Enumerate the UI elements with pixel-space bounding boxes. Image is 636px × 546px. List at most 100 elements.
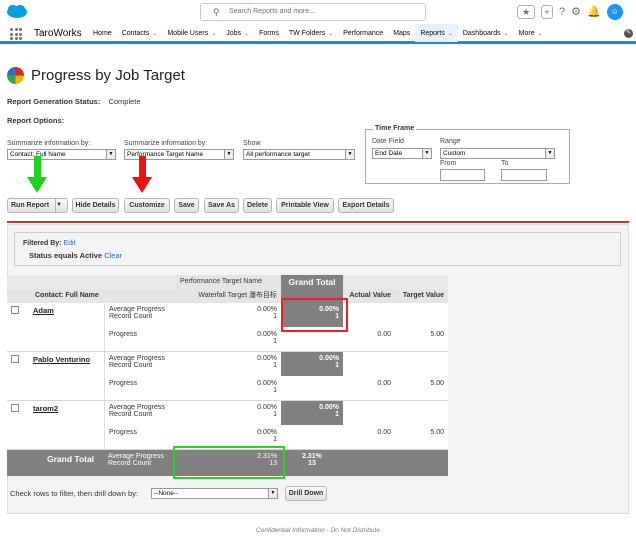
chevron-down-icon: ▼ <box>106 150 115 159</box>
chevron-down-icon[interactable]: ⌄ <box>244 31 249 37</box>
edit-nav-pencil-icon[interactable]: ✎ <box>624 29 633 38</box>
target-avg-progress: 0.00% <box>257 306 277 313</box>
summarize-by-1-label: Summarize information by: <box>7 140 91 147</box>
app-name: TaroWorks <box>34 28 82 39</box>
summarize-by-1-select[interactable]: Contact: Full Name ▼ <box>7 149 116 160</box>
date-field-select[interactable]: End Date ▼ <box>372 148 432 159</box>
range-select[interactable]: Custom ▼ <box>440 148 555 159</box>
grand-grand-pct: 2.31% <box>302 453 322 460</box>
range-value: Custom <box>443 150 466 157</box>
global-search-input[interactable]: ⚲ Search Reports and more... <box>200 3 426 21</box>
row-checkbox[interactable] <box>11 306 19 314</box>
nav-tab-home[interactable]: Home <box>88 24 117 44</box>
nav-tab-label: Home <box>93 30 112 37</box>
nav-tab-contacts[interactable]: Contacts ⌄ <box>117 24 163 44</box>
chevron-down-icon: ▼ <box>422 149 431 158</box>
record-count-label: Record Count <box>109 313 153 320</box>
grand-avg-progress: 0.00% <box>319 404 339 411</box>
actual-value: 0.00 <box>343 425 395 450</box>
grand-fill-right <box>343 450 448 476</box>
nav-tab-more[interactable]: More ⌄ <box>514 24 548 44</box>
customize-button[interactable]: Customize <box>124 198 170 213</box>
app-navigation-bar: TaroWorks Home Contacts ⌄ Mobile Users ⌄ Jobs… <box>0 24 636 44</box>
detail-count: 1 <box>273 387 277 394</box>
summary-header <box>104 289 176 303</box>
nav-tab-label: Forms <box>259 30 279 37</box>
global-header: ⚲ Search Reports and more... ★ + ? ⚙ 🔔 ☺ <box>0 0 636 24</box>
grand-grand-count: 13 <box>308 460 316 467</box>
filtered-by-label: Filtered By: <box>23 240 62 247</box>
chevron-down-icon[interactable]: ⌄ <box>448 31 453 37</box>
grand-total-header: Grand Total <box>281 275 343 289</box>
chevron-down-icon[interactable]: ⌄ <box>211 31 216 37</box>
chevron-down-icon[interactable]: ⌄ <box>504 31 509 37</box>
matrix-corner <box>7 275 176 289</box>
nav-tab-jobs[interactable]: Jobs ⌄ <box>221 24 254 44</box>
add-icon[interactable]: + <box>541 5 553 19</box>
nav-tab-reports[interactable]: Reports ⌄ <box>415 24 458 44</box>
nav-tab-label: Reports <box>420 30 445 37</box>
grand-record-count: 1 <box>335 411 339 418</box>
nav-tab-dashboards[interactable]: Dashboards ⌄ <box>458 24 514 44</box>
filtered-by-line: Filtered By: Edit <box>23 240 76 247</box>
detail-label: Progress <box>104 425 176 450</box>
target-avg-progress: 0.00% <box>257 355 277 362</box>
contact-name-link[interactable]: Adam <box>33 306 54 315</box>
salesforce-cloud-logo[interactable] <box>6 4 28 19</box>
to-date-input[interactable] <box>501 169 547 181</box>
app-launcher-icon[interactable] <box>10 28 22 40</box>
delete-button[interactable]: Delete <box>243 198 272 213</box>
hide-details-button[interactable]: Hide Details <box>72 198 119 213</box>
save-button[interactable]: Save <box>174 198 199 213</box>
grand-record-count: 1 <box>335 362 339 369</box>
filter-condition-line: Status equals Active Clear <box>29 251 122 260</box>
confidentiality-footer: Confidential Information - Do Not Distri… <box>256 527 380 534</box>
filter-summary: Filtered By: Edit Status equals Active C… <box>14 232 621 266</box>
summary-labels: Average Progress Record Count <box>104 352 176 376</box>
target-summary-values: 0.00% 1 <box>176 401 281 425</box>
status-value: Complete <box>108 97 141 106</box>
export-details-button[interactable]: Export Details <box>338 198 394 213</box>
edit-filter-link[interactable]: Edit <box>63 240 75 247</box>
grand-summary-values: 0.00% 1 <box>281 401 343 425</box>
row-checkbox[interactable] <box>11 355 19 363</box>
nav-tab-label: Jobs <box>226 30 242 37</box>
nav-tab-label: Performance <box>343 30 384 37</box>
chevron-down-icon[interactable]: ⌄ <box>538 31 543 37</box>
grand-avg-label: Average Progress <box>108 453 164 460</box>
nav-tab-forms[interactable]: Forms <box>254 24 284 44</box>
report-generation-status: Report Generation Status: Complete <box>7 97 141 106</box>
target-avg-progress: 0.00% <box>257 404 277 411</box>
row-checkbox[interactable] <box>11 404 19 412</box>
user-avatar[interactable]: ☺ <box>606 4 623 20</box>
nav-tab-maps[interactable]: Maps <box>388 24 415 44</box>
green-highlight-annotation <box>173 446 285 479</box>
contact-name-link[interactable]: Pablo Venturino <box>33 355 90 364</box>
chevron-down-icon[interactable]: ⌄ <box>328 31 333 37</box>
chevron-down-icon: ▼ <box>345 150 354 159</box>
from-date-input[interactable] <box>440 169 485 181</box>
header-fill-right <box>343 275 448 289</box>
clear-filter-link[interactable]: Clear <box>104 251 122 260</box>
nav-tab-performance[interactable]: Performance <box>338 24 388 44</box>
nav-tabs: Home Contacts ⌄ Mobile Users ⌄ Jobs ⌄ Forms TW F… <box>88 24 548 44</box>
status-label: Report Generation Status: <box>7 97 101 106</box>
save-as-button[interactable]: Save As <box>204 198 239 213</box>
help-icon[interactable]: ? <box>559 5 565 19</box>
run-report-menu-chevron-icon[interactable]: ▼ <box>55 199 67 212</box>
nav-tab-mobile-users[interactable]: Mobile Users ⌄ <box>162 24 221 44</box>
drill-down-button[interactable]: Drill Down <box>285 486 327 501</box>
contact-name-link[interactable]: tarom2 <box>33 404 58 413</box>
target-summary-values: 0.00% 1 <box>176 303 281 327</box>
favorites-star-icon[interactable]: ★ <box>517 5 535 19</box>
show-select[interactable]: All performance target ▼ <box>243 149 355 160</box>
drill-down-instructions: Check rows to filter, then drill down by… <box>10 489 138 498</box>
printable-view-button[interactable]: Printable View <box>276 198 334 213</box>
setup-gear-icon[interactable]: ⚙ <box>571 5 581 19</box>
detail-name-cell <box>7 425 104 450</box>
run-report-button[interactable]: Run Report ▼ <box>7 198 68 213</box>
notifications-bell-icon[interactable]: 🔔 <box>587 5 601 19</box>
chevron-down-icon[interactable]: ⌄ <box>152 31 157 37</box>
drill-down-select[interactable]: --None-- ▼ <box>151 488 278 499</box>
nav-tab-tw-folders[interactable]: TW Folders ⌄ <box>284 24 338 44</box>
